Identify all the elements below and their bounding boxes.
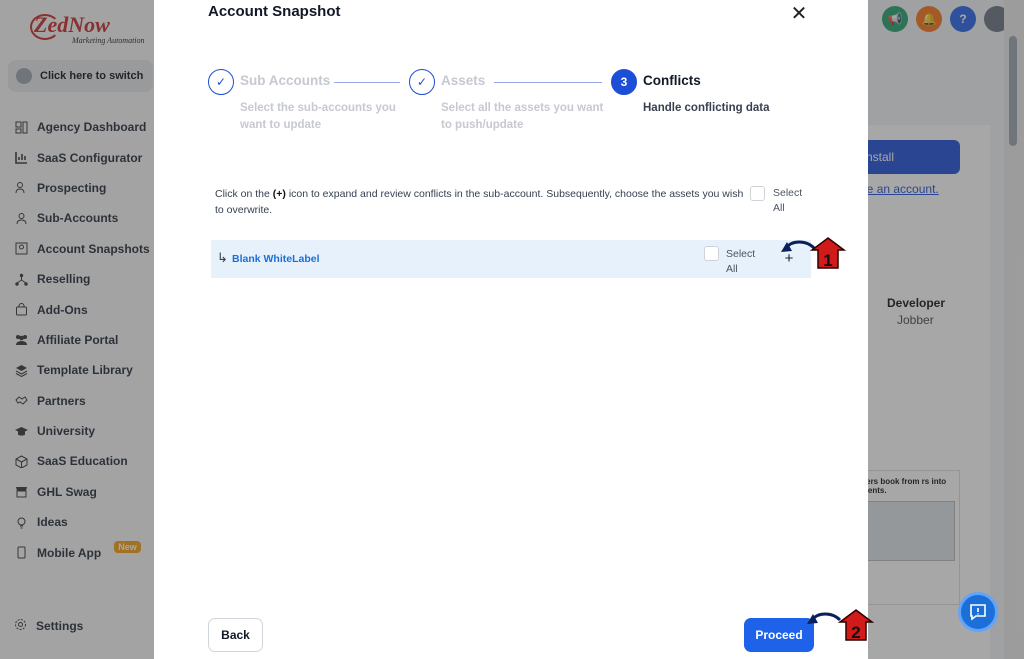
step-connector	[494, 82, 602, 83]
step-title: Conflicts	[643, 73, 701, 88]
annotation-1: 1	[781, 237, 847, 270]
close-icon[interactable]: ✕	[790, 3, 808, 25]
sub-account-name[interactable]: Blank WhiteLabel	[232, 253, 320, 265]
step-title: Sub Accounts	[240, 73, 331, 88]
step-title: Assets	[441, 73, 486, 88]
step-sub-accounts[interactable]: ✓ Sub Accounts Select the sub-accounts y…	[208, 69, 396, 131]
step-assets[interactable]: ✓ Assets Select all the assets you want …	[409, 69, 603, 131]
sub-account-row[interactable]: ↳ Blank WhiteLabel Select All +	[211, 240, 811, 278]
row-select-all-checkbox[interactable]	[704, 246, 719, 261]
step-conflicts[interactable]: 3 Conflicts Handle conflicting data	[611, 69, 770, 114]
annotation-arrow	[784, 240, 816, 250]
annotation-2: 2	[807, 609, 875, 642]
step-description: Select all the assets you want to push/u…	[441, 102, 604, 131]
step-connector	[334, 82, 400, 83]
back-button[interactable]: Back	[208, 618, 263, 652]
check-icon: ✓	[409, 69, 435, 95]
step-description: Select the sub-accounts you want to upda…	[240, 102, 396, 131]
step-number: 3	[611, 69, 637, 95]
modal-title: Account Snapshot	[208, 3, 341, 20]
chat-support-button[interactable]	[958, 592, 998, 632]
check-icon: ✓	[208, 69, 234, 95]
instruction-text: Click on the (+) icon to expand and revi…	[215, 188, 744, 216]
annotation-number: 1	[823, 251, 832, 270]
select-all-global[interactable]: Select All	[750, 186, 813, 216]
step-description: Handle conflicting data	[643, 102, 770, 114]
select-all-checkbox[interactable]	[750, 186, 765, 201]
row-select-all-label: Select All	[726, 248, 756, 275]
subdirectory-arrow-icon: ↳	[217, 250, 228, 265]
account-snapshot-modal: Account Snapshot ✕ ✓ Sub Accounts Select…	[154, 0, 868, 659]
chat-icon	[970, 604, 986, 621]
annotation-number: 2	[851, 623, 860, 642]
annotation-arrow	[810, 612, 842, 622]
select-all-label: Select All	[773, 187, 803, 214]
